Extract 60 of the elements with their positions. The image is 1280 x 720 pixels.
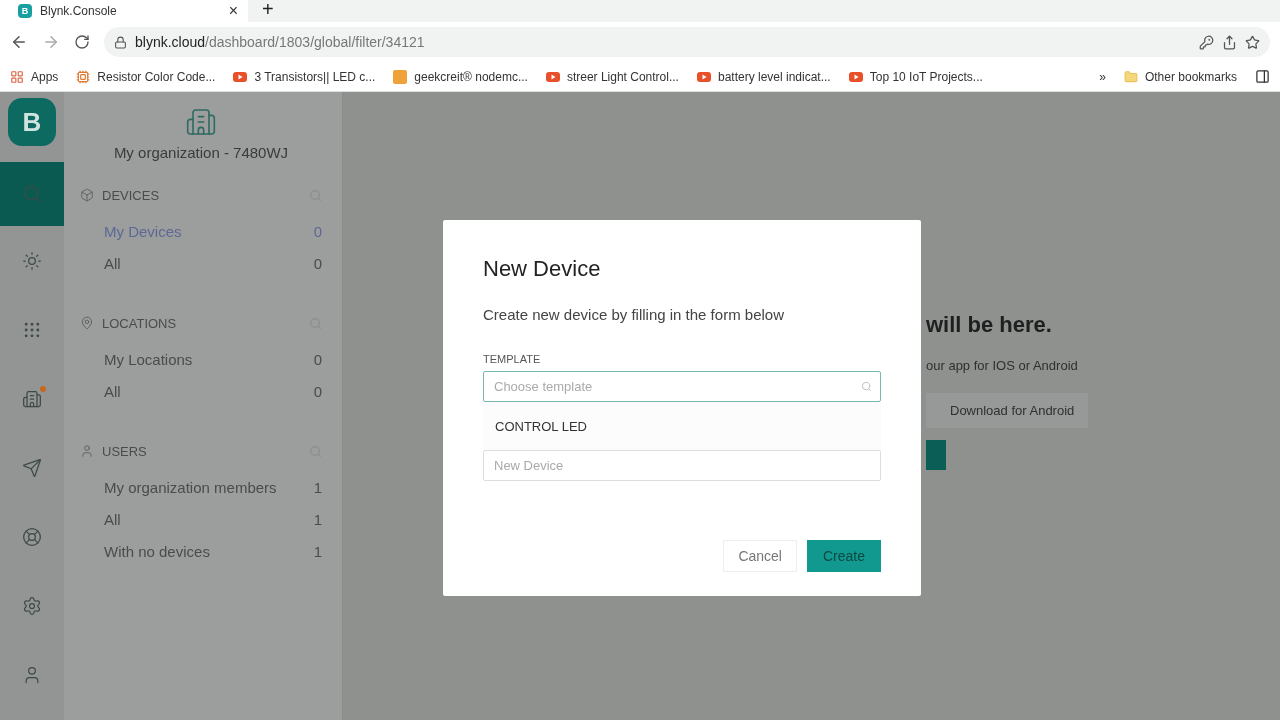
close-tab-button[interactable]: ×: [228, 2, 238, 20]
video-play-icon: [848, 71, 863, 82]
dropdown-option[interactable]: CONTROL LED: [483, 402, 881, 450]
organization-name: My organization - 7480WJ: [113, 144, 289, 161]
nav-button[interactable]: [0, 162, 64, 226]
action-button[interactable]: [926, 440, 946, 470]
search-icon: [861, 381, 872, 392]
favicon: B: [18, 4, 32, 18]
key-icon[interactable]: [1199, 34, 1214, 50]
empty-state-heading: will be here.: [926, 312, 1053, 338]
user-icon: [80, 444, 94, 458]
section-title: DEVICES: [102, 187, 161, 203]
back-icon[interactable]: [10, 33, 28, 51]
settings-icon: [22, 595, 42, 616]
new-tab-button[interactable]: +: [262, 0, 274, 22]
search-icon: [22, 184, 42, 204]
section-title: LOCATIONS: [102, 315, 178, 331]
field-label: TEMPLATE: [483, 353, 542, 365]
folder-icon: [1123, 69, 1138, 84]
app-logo[interactable]: B: [8, 98, 56, 146]
bookmark[interactable]: streer Light Control...: [545, 69, 679, 84]
share-icon[interactable]: [1222, 34, 1237, 50]
building-icon: [185, 106, 217, 138]
bookmark[interactable]: Top 10 IoT Projects...: [848, 69, 983, 84]
dialog-description: Create new device by filling in the form below: [483, 306, 785, 323]
lifebuoy-icon: [22, 526, 42, 547]
square-icon: [393, 69, 408, 84]
reload-icon[interactable]: [74, 34, 90, 50]
name-field[interactable]: New Device: [483, 450, 881, 481]
browser-tab[interactable]: B Blynk.Console ×: [0, 0, 248, 22]
bookmark[interactable]: battery level indicat...: [696, 69, 831, 84]
pin-icon: [80, 316, 94, 330]
cube-icon: [80, 188, 94, 202]
url-text: blynk.cloud/dashboard/1803/global/filter/34121: [135, 34, 425, 50]
bookmark[interactable]: Resistor Color Code...: [76, 69, 216, 84]
chip-icon: [76, 69, 91, 84]
building-icon: [22, 388, 42, 409]
send-icon: [22, 457, 42, 478]
sun-icon: [22, 250, 42, 271]
video-play-icon: [545, 71, 560, 82]
forward-icon[interactable]: [42, 33, 60, 51]
bookmark-folder[interactable]: Other bookmarks: [1123, 69, 1237, 84]
apps-grid-icon: [10, 69, 24, 84]
bookmark[interactable]: 3 Transistors|| LED c...: [233, 69, 376, 84]
lock-icon: [114, 35, 127, 49]
empty-state-text: our app for IOS or Android: [926, 358, 1079, 373]
video-play-icon: [696, 71, 711, 82]
download-button[interactable]: Download for Android: [926, 393, 1089, 428]
template-field[interactable]: Choose template: [483, 371, 881, 402]
star-icon[interactable]: [1245, 34, 1260, 50]
video-play-icon: [233, 71, 248, 82]
section-title: USERS: [102, 443, 148, 459]
more-bookmarks-button[interactable]: »: [1099, 69, 1106, 84]
bookmark[interactable]: Apps: [10, 69, 59, 84]
tab-title: Blynk.Console: [40, 4, 118, 18]
reading-list-icon[interactable]: [1255, 69, 1270, 84]
bookmark[interactable]: geekcreit® nodemc...: [393, 69, 528, 84]
cancel-button[interactable]: Cancel: [723, 540, 797, 572]
dialog-title: New Device: [483, 256, 602, 282]
address-bar[interactable]: blynk.cloud/dashboard/1803/global/filter/34121: [104, 27, 1270, 57]
